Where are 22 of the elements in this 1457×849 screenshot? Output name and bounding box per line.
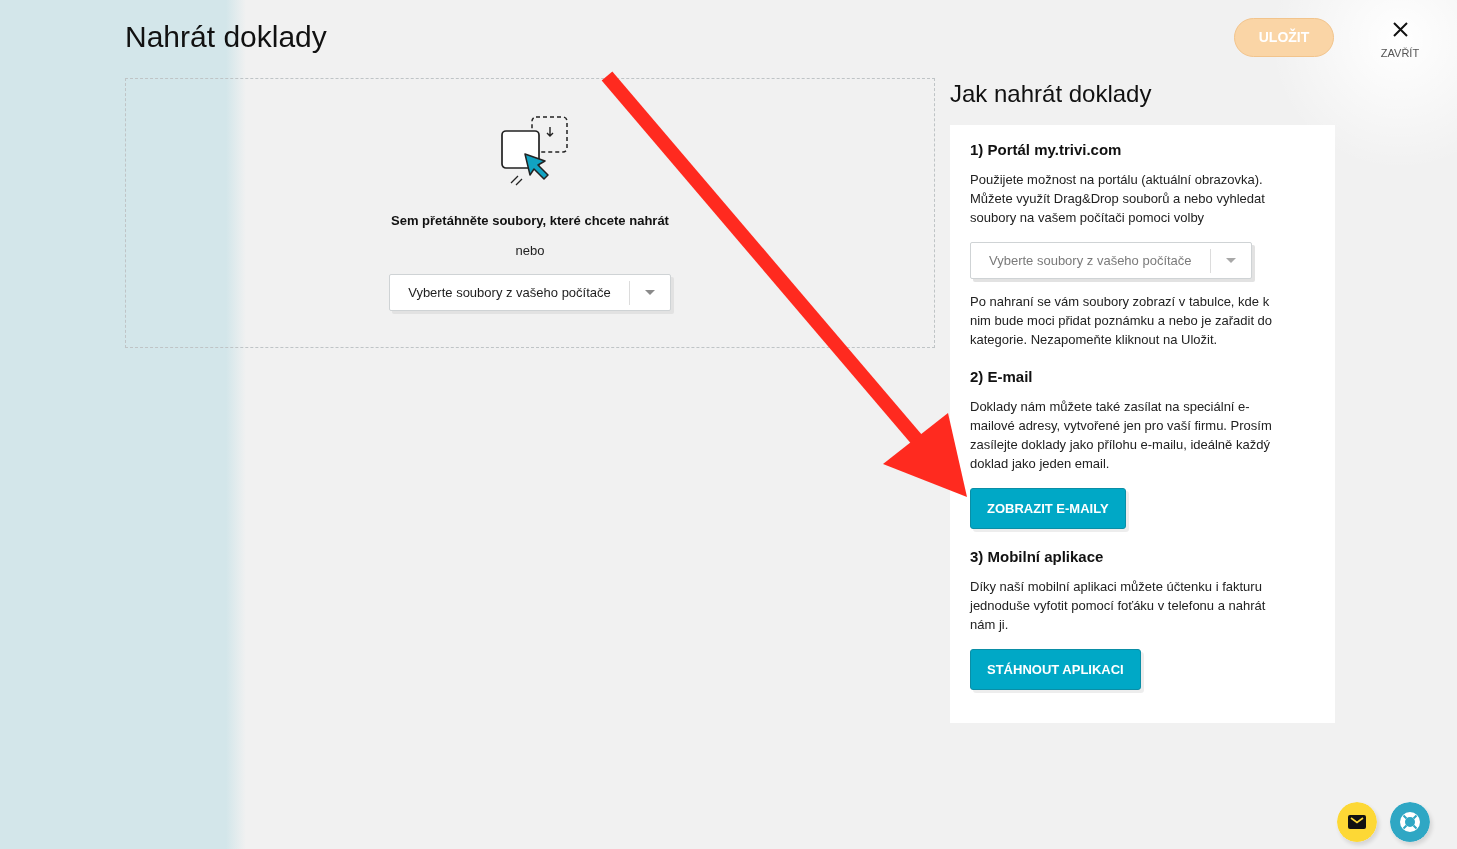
caret-icon xyxy=(644,290,655,295)
section-heading: 2) E-mail xyxy=(970,367,1034,387)
lifebuoy-icon[interactable] xyxy=(1390,802,1430,842)
help-paragraph: Použijete možnost na portálu (aktuální obrazovka). Můžete využít Drag&Drop souborů a nebo vyhledat soubory na vašem počítači pomoci volby xyxy=(970,171,1266,227)
action-button[interactable]: STÁHNOUT APLIKACI xyxy=(970,649,1141,690)
action-button[interactable]: ZOBRAZIT E-MAILY xyxy=(970,488,1126,529)
help-title: Jak nahrát doklady xyxy=(950,79,1153,109)
separator-text: nebo xyxy=(515,243,545,259)
drop-prompt: Sem přetáhněte soubory, které chcete nahrát xyxy=(391,213,669,229)
envelope-icon[interactable] xyxy=(1337,802,1377,842)
close-button[interactable]: ZAVŘÍT xyxy=(1380,18,1420,60)
close-icon xyxy=(1392,22,1408,37)
help-paragraph: Po nahraní se vám soubory zobrazí v tabulce, kde k nim bude moci přidat poznámku a nebo je zařadit do kategorie. Nezapomeňte kliknout na Uložit. xyxy=(970,293,1274,349)
page-title: Nahrát doklady xyxy=(125,19,327,55)
file-select-button[interactable]: Vyberte soubory z vašeho počítače xyxy=(389,274,671,311)
help-paragraph: Doklady nám můžete také zasílat na speciální e-mailové adresy, vytvořené jen pro vaší firmu. Prosím zasílejte doklady jako přílohu e-mailu, ideálně každý doklad jako jeden email. xyxy=(970,398,1273,473)
drop-zone[interactable]: Sem přetáhněte soubory, které chcete nahrát nebo Vyberte soubory z vašeho počítače xyxy=(125,78,935,348)
section-heading: 1) Portál my.trivi.com xyxy=(970,140,1123,160)
section-heading: 3) Mobilní aplikace xyxy=(970,547,1105,567)
help-paragraph: Díky naší mobilní aplikaci můžete účtenku i fakturu jednoduše vyfotit pomocí foťáku v telefonu a nahrát nám ji. xyxy=(970,578,1267,634)
drag-drop-icon xyxy=(499,114,571,186)
caret-icon xyxy=(1225,258,1236,263)
